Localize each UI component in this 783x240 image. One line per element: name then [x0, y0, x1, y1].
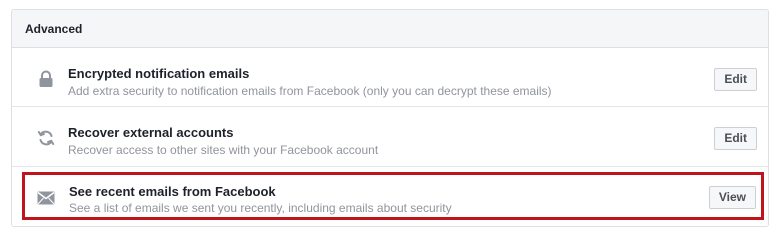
row-title: Encrypted notification emails — [68, 66, 250, 81]
settings-row-recover-accounts: Recover external accounts Recover access… — [12, 107, 768, 167]
settings-row-recent-emails: See recent emails from Facebook See a li… — [12, 167, 768, 226]
section-header: Advanced — [12, 10, 768, 48]
row-title: See recent emails from Facebook — [69, 184, 276, 199]
row-description: Recover access to other sites with your … — [68, 143, 379, 157]
edit-button[interactable]: Edit — [714, 68, 757, 91]
edit-button[interactable]: Edit — [714, 127, 757, 150]
settings-row-encrypted-emails: Encrypted notification emails Add extra … — [12, 48, 768, 107]
row-description: Add extra security to notification email… — [68, 84, 552, 98]
refresh-icon — [36, 128, 56, 148]
row-title: Recover external accounts — [68, 125, 234, 140]
view-button[interactable]: View — [708, 186, 756, 209]
advanced-settings-panel: Advanced Encrypted notification emails A… — [11, 9, 769, 227]
lock-icon — [36, 69, 56, 89]
row-description: See a list of emails we sent you recentl… — [69, 201, 452, 215]
envelope-icon — [36, 188, 56, 208]
